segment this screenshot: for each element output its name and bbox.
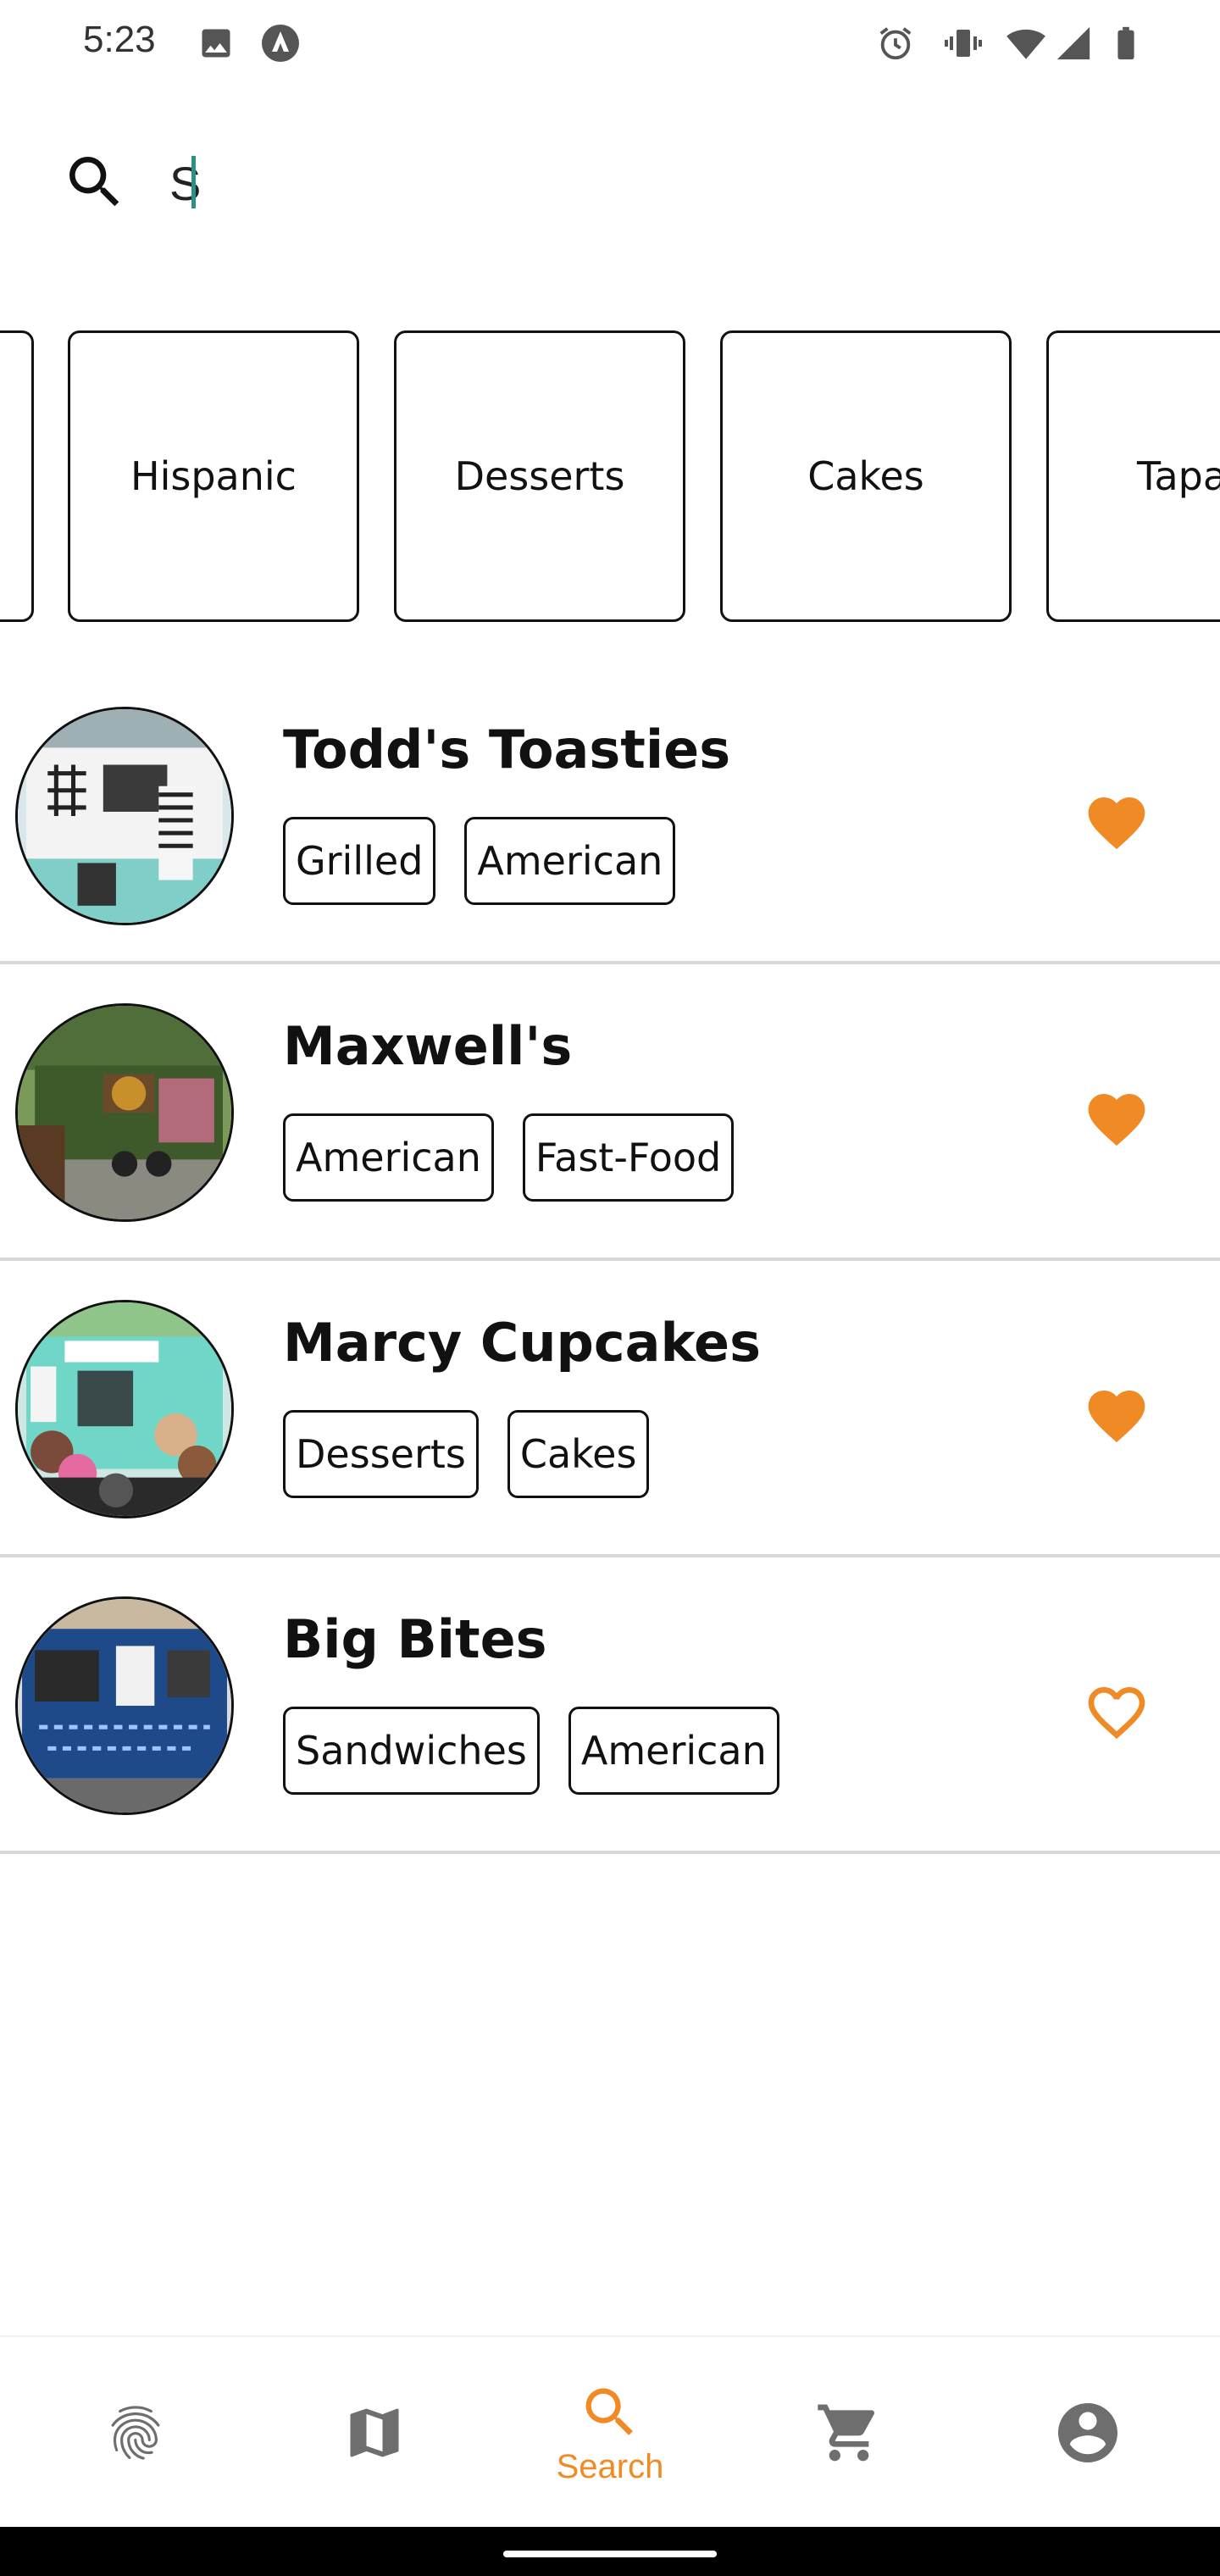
item-title: Todd's Toasties bbox=[283, 719, 731, 780]
category-label: Desserts bbox=[454, 453, 625, 499]
category-carousel[interactable]: Hispanic Desserts Cakes Tapas bbox=[0, 329, 1220, 625]
tag[interactable]: Cakes bbox=[507, 1410, 650, 1498]
vibrate-icon bbox=[942, 22, 984, 64]
account-icon bbox=[1058, 2403, 1117, 2462]
tag[interactable]: American bbox=[464, 817, 676, 905]
favorite-button[interactable] bbox=[1076, 1079, 1157, 1160]
avatar bbox=[15, 1596, 234, 1815]
item-title: Maxwell's bbox=[283, 1015, 573, 1077]
tag-list: American Fast-Food bbox=[283, 1113, 735, 1202]
tag[interactable]: Grilled bbox=[283, 817, 436, 905]
item-title: Marcy Cupcakes bbox=[283, 1312, 761, 1374]
favorite-button[interactable] bbox=[1076, 782, 1157, 863]
nav-item-cart[interactable] bbox=[764, 2337, 934, 2529]
wifi-icon bbox=[1005, 22, 1047, 64]
heart-filled-icon bbox=[1088, 1391, 1145, 1443]
list-item[interactable]: Maxwell's American Fast-Food bbox=[0, 964, 1220, 1261]
favorite-button[interactable] bbox=[1076, 1375, 1157, 1457]
search-icon[interactable] bbox=[61, 148, 129, 216]
favorite-button[interactable] bbox=[1076, 1672, 1157, 1753]
alarm-icon bbox=[874, 22, 917, 64]
category-card-desserts[interactable]: Desserts bbox=[394, 330, 685, 622]
status-bar: 5:23 bbox=[0, 0, 1220, 85]
home-handle[interactable] bbox=[503, 2551, 717, 2557]
category-card[interactable] bbox=[0, 330, 34, 622]
tag-list: Sandwiches American bbox=[283, 1707, 779, 1795]
cart-icon bbox=[818, 2404, 875, 2462]
heart-filled-icon bbox=[1088, 797, 1145, 850]
app-notification-icon bbox=[259, 22, 302, 64]
tag[interactable]: Desserts bbox=[283, 1410, 479, 1498]
map-icon bbox=[350, 2408, 399, 2457]
nav-item-fingerprint[interactable] bbox=[51, 2337, 220, 2529]
tag[interactable]: American bbox=[568, 1707, 779, 1795]
avatar bbox=[15, 707, 234, 925]
search-bar bbox=[0, 136, 1220, 229]
heart-filled-icon bbox=[1088, 1094, 1145, 1146]
search-icon bbox=[585, 2388, 633, 2435]
system-navigation-bar bbox=[0, 2527, 1220, 2576]
category-card-hispanic[interactable]: Hispanic bbox=[68, 330, 359, 622]
category-card-tapas[interactable]: Tapas bbox=[1046, 330, 1220, 622]
text-cursor bbox=[191, 156, 196, 208]
nav-item-map[interactable] bbox=[290, 2337, 459, 2529]
tag-list: Desserts Cakes bbox=[283, 1410, 650, 1498]
category-label: Tapas bbox=[1137, 453, 1220, 499]
fingerprint-icon bbox=[111, 2406, 160, 2460]
category-card-cakes[interactable]: Cakes bbox=[720, 330, 1012, 622]
image-icon bbox=[195, 22, 237, 64]
category-label: Cakes bbox=[807, 453, 924, 499]
search-input[interactable] bbox=[168, 144, 1103, 222]
nav-label: Search bbox=[556, 2447, 664, 2485]
signal-icon bbox=[1052, 22, 1095, 64]
avatar bbox=[15, 1300, 234, 1518]
tag[interactable]: Sandwiches bbox=[283, 1707, 540, 1795]
status-time: 5:23 bbox=[83, 19, 156, 60]
list-item[interactable]: Marcy Cupcakes Desserts Cakes bbox=[0, 1261, 1220, 1557]
nav-item-search[interactable]: Search bbox=[525, 2337, 695, 2529]
list-item[interactable]: Todd's Toasties Grilled American bbox=[0, 668, 1220, 964]
list-item[interactable]: Big Bites Sandwiches American bbox=[0, 1557, 1220, 1854]
tag[interactable]: Fast-Food bbox=[522, 1113, 735, 1202]
tag-list: Grilled American bbox=[283, 817, 676, 905]
nav-item-account[interactable] bbox=[1003, 2337, 1173, 2529]
bottom-navigation: Search bbox=[0, 2335, 1220, 2529]
battery-icon bbox=[1105, 22, 1147, 64]
item-title: Big Bites bbox=[283, 1608, 547, 1670]
avatar bbox=[15, 1003, 234, 1222]
tag[interactable]: American bbox=[283, 1113, 494, 1202]
heart-outline-icon bbox=[1088, 1687, 1145, 1740]
category-label: Hispanic bbox=[130, 453, 297, 499]
